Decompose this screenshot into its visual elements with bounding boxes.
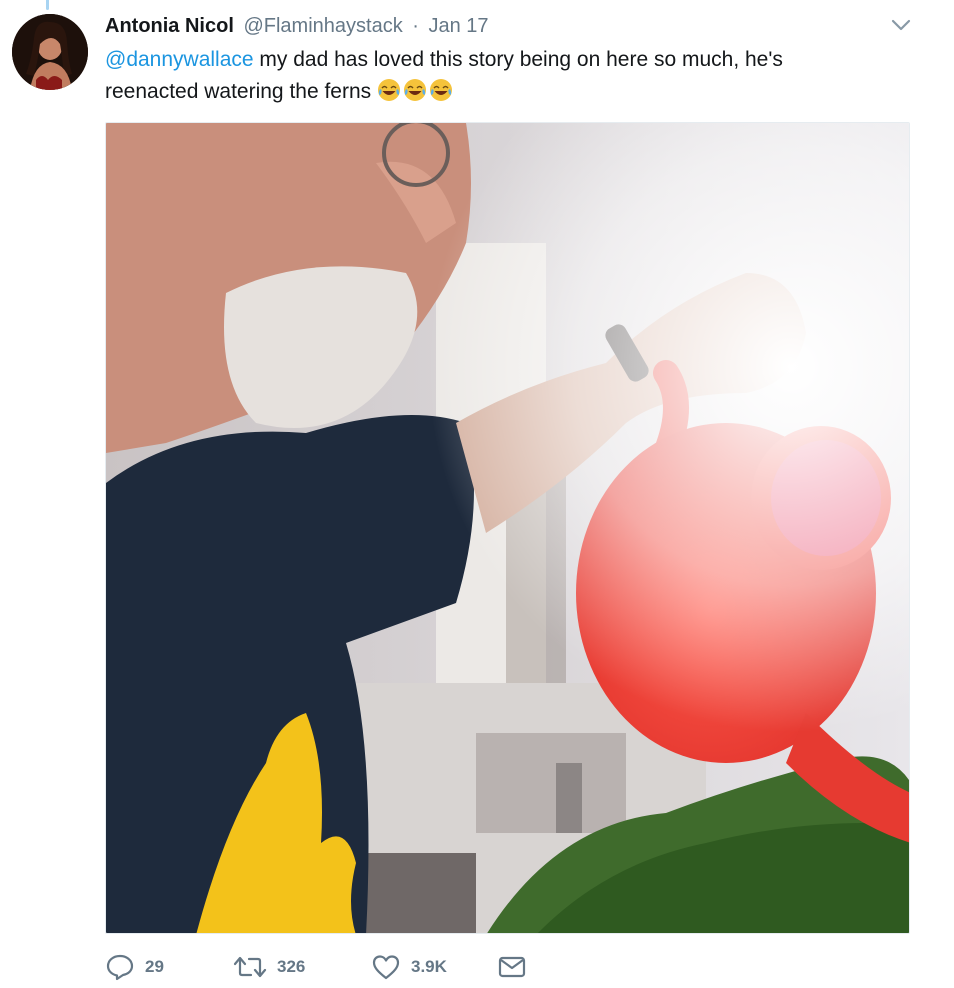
tweet-photo[interactable]: [105, 122, 910, 934]
retweet-count: 326: [277, 957, 306, 976]
tweet-date[interactable]: Jan 17: [429, 15, 489, 37]
like-count: 3.9K: [411, 957, 447, 976]
face-with-tears-of-joy-icon: [377, 78, 401, 102]
retweet-icon: [233, 953, 267, 981]
display-name[interactable]: Antonia Nicol: [105, 15, 234, 37]
retweet-button[interactable]: 326: [233, 953, 371, 981]
tweet-text-line2: reenacted watering the ferns: [105, 80, 377, 103]
reply-icon: [105, 953, 135, 981]
user-handle[interactable]: @Flaminhaystack: [243, 15, 402, 37]
reply-count: 29: [145, 957, 164, 976]
user-avatar[interactable]: [12, 14, 88, 90]
heart-icon: [371, 953, 401, 981]
separator-dot: ·: [412, 15, 419, 37]
emoji-group: [377, 78, 455, 103]
tweet-text-line1: my dad has loved this story being on her…: [253, 48, 783, 71]
reply-button[interactable]: 29: [105, 953, 233, 981]
direct-message-button[interactable]: [497, 954, 527, 980]
mention-link[interactable]: @dannywallace: [105, 48, 254, 71]
face-with-tears-of-joy-icon: [429, 78, 453, 102]
envelope-icon: [497, 954, 527, 980]
tweet-header: Antonia Nicol @Flaminhaystack · Jan 17: [105, 12, 914, 42]
tweet-text: @dannywallace my dad has loved this stor…: [105, 44, 885, 108]
face-with-tears-of-joy-icon: [403, 78, 427, 102]
like-button[interactable]: 3.9K: [371, 953, 497, 981]
chevron-down-icon[interactable]: [888, 14, 914, 36]
thread-connector-line: [46, 0, 49, 10]
tweet-actions: 29 326 3.9K: [105, 950, 527, 984]
